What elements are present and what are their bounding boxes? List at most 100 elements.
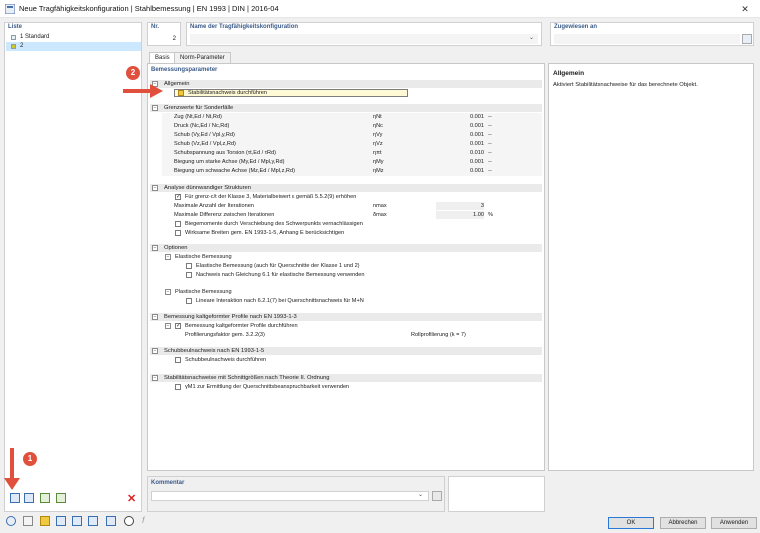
name-label: Name der Tragfähigkeitskonfiguration <box>190 24 299 30</box>
limit-value[interactable]: 0.001 <box>438 131 484 139</box>
comment-input[interactable] <box>151 491 429 501</box>
bending-moments-checkbox[interactable] <box>175 221 181 227</box>
limit-symbol: ηπt <box>373 150 382 156</box>
comment-library-icon[interactable] <box>432 491 442 501</box>
limit-label: Biegung um starke Achse (My,Ed / Mpl,y,R… <box>174 159 285 165</box>
limit-symbol: ηNt <box>373 114 382 120</box>
nr-label: Nr. <box>151 24 160 30</box>
gamma-m1-checkbox[interactable] <box>175 384 181 390</box>
elastic-title: Elastische Bemessung <box>175 254 232 260</box>
copy-item-icon[interactable] <box>24 493 34 503</box>
view-icon[interactable] <box>72 516 82 526</box>
collapse-icon[interactable]: − <box>152 245 158 251</box>
difference-input[interactable]: 1.00 <box>438 211 484 219</box>
collapse-icon[interactable]: − <box>165 289 171 295</box>
select-icon[interactable] <box>56 516 66 526</box>
search-icon[interactable] <box>6 516 16 526</box>
table-icon[interactable] <box>106 516 116 526</box>
select-objects-icon[interactable] <box>742 34 752 44</box>
assigned-field: Zugewiesen an <box>550 22 754 46</box>
tab-norm-parameter[interactable]: Norm-Parameter <box>174 52 231 63</box>
apply-button[interactable]: Anwenden <box>711 517 757 529</box>
collapse-icon[interactable]: − <box>165 254 171 260</box>
grenz-ct-checkbox[interactable] <box>175 193 181 200</box>
section-title: Allgemein <box>164 81 190 87</box>
limit-unit: -- <box>488 159 492 165</box>
grenz-ct-label: Für grenz-c/t der Klasse 3, Materialbeiw… <box>185 194 357 200</box>
chevron-down-icon[interactable]: ⌄ <box>529 34 534 41</box>
equation-6-1-label: Nachweis nach Gleichung 6.1 für elastisc… <box>196 272 365 278</box>
limit-symbol: ηMz <box>373 168 384 174</box>
limit-value[interactable]: 0.001 <box>438 122 484 130</box>
difference-symbol: δmax <box>373 212 387 218</box>
list-item-label: 1 Standard <box>20 34 50 40</box>
collapse-icon[interactable]: − <box>152 348 158 354</box>
iterations-label: Maximale Anzahl der Iterationen <box>174 203 254 209</box>
check-item-icon[interactable] <box>40 493 50 503</box>
limit-unit: -- <box>488 114 492 120</box>
equation-6-1-checkbox[interactable] <box>186 272 192 278</box>
info-panel: Allgemein Aktiviert Stabilitätsnachweise… <box>548 63 754 471</box>
stability-checkbox[interactable] <box>178 90 184 96</box>
section-options: − Optionen <box>150 244 542 252</box>
collapse-icon[interactable]: − <box>152 105 158 111</box>
list-header: Liste <box>8 24 23 30</box>
collapse-icon[interactable]: − <box>152 314 158 320</box>
iterations-input[interactable]: 3 <box>438 202 484 210</box>
app-icon <box>5 4 15 14</box>
name-input[interactable] <box>190 34 538 44</box>
info-title: Allgemein <box>553 70 585 77</box>
section-title: Schubbeulnachweis nach EN 1993-1-5 <box>164 348 265 354</box>
limit-symbol: ηMy <box>373 159 384 165</box>
help-icon[interactable]: 𝑓 <box>142 515 145 526</box>
nr-value: 2 <box>172 36 176 42</box>
collapse-icon[interactable]: − <box>152 185 158 191</box>
title-bar: Neue Tragfähigkeitskonfiguration | Stahl… <box>0 0 760 18</box>
limit-value[interactable]: 0.001 <box>438 113 484 121</box>
delete-icon[interactable]: ✕ <box>127 492 136 505</box>
comment-panel: Kommentar ⌄ <box>147 476 445 512</box>
clock-icon[interactable] <box>124 516 134 526</box>
stability-label: Stabilitätsnachweis durchführen <box>188 90 267 96</box>
sort-item-icon[interactable] <box>56 493 66 503</box>
name-field[interactable]: Name der Tragfähigkeitskonfiguration ⌄ <box>186 22 542 46</box>
tab-basis[interactable]: Basis <box>149 52 176 63</box>
linear-interaction-checkbox[interactable] <box>186 298 192 304</box>
parameters-panel: Bemessungsparameter − Allgemein Stabilit… <box>147 63 545 471</box>
list-item-selected[interactable]: 2 <box>6 42 141 51</box>
collapse-icon[interactable]: − <box>165 323 171 329</box>
nr-field[interactable]: Nr. 2 <box>147 22 181 46</box>
profiling-factor-label: Profilierungsfaktor gem. 3.2.2(3) <box>185 332 265 338</box>
cancel-button[interactable]: Abbrechen <box>660 517 706 529</box>
effective-widths-checkbox[interactable] <box>175 230 181 236</box>
comment-label: Kommentar <box>151 480 185 486</box>
difference-label: Maximale Differenz zwischen Iterationen <box>174 212 275 218</box>
limit-value[interactable]: 0.001 <box>438 158 484 166</box>
bending-moments-label: Biegemomente durch Verschiebung des Schw… <box>185 221 363 227</box>
limit-value[interactable]: 0.010 <box>438 149 484 157</box>
list-item[interactable]: 1 Standard <box>6 33 141 42</box>
elastic-checkbox[interactable] <box>186 263 192 269</box>
shear-buckling-checkbox[interactable] <box>175 357 181 363</box>
section-second-order: − Stabilitätsnachweise mit Schnittgrößen… <box>150 374 542 382</box>
limit-value[interactable]: 0.001 <box>438 167 484 175</box>
close-window-icon[interactable]: ✕ <box>738 3 752 15</box>
color-icon[interactable] <box>40 516 50 526</box>
limit-label: Druck (Nc,Ed / Nc,Rd) <box>174 123 230 129</box>
model-icon[interactable] <box>88 516 98 526</box>
limit-value[interactable]: 0.001 <box>438 140 484 148</box>
section-title: Bemessung kaltgeformter Profile nach EN … <box>164 314 297 320</box>
new-item-icon[interactable] <box>10 493 20 503</box>
cold-formed-label: Bemessung kaltgeformter Profile durchfüh… <box>185 323 298 329</box>
collapse-icon[interactable]: − <box>152 375 158 381</box>
cold-formed-checkbox[interactable] <box>175 322 181 329</box>
effective-widths-label: Wirksame Breiten gem. EN 1993-1-5, Anhan… <box>185 230 345 236</box>
arrow-down-icon <box>4 448 20 490</box>
plastic-title: Plastische Bemessung <box>175 289 232 295</box>
profiling-factor-value[interactable]: Rollprofilierung (k = 7) <box>411 331 466 339</box>
ok-button[interactable]: OK <box>608 517 654 529</box>
chevron-down-icon[interactable]: ⌄ <box>418 491 423 498</box>
units-icon[interactable] <box>23 516 33 526</box>
section-title: Optionen <box>164 245 188 251</box>
list-item-color <box>11 35 16 40</box>
